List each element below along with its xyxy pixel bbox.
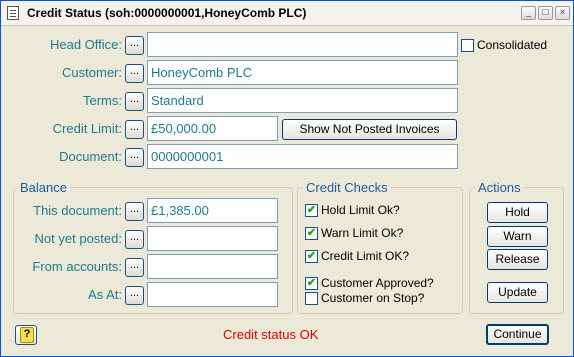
credit-checks-legend: Credit Checks	[303, 180, 391, 195]
document-label: Document:	[59, 149, 122, 164]
actions-legend: Actions	[475, 180, 524, 195]
customer-lookup-button[interactable]: ...	[125, 64, 144, 83]
warn-limit-ok-label: Warn Limit Ok?	[321, 226, 404, 240]
continue-button[interactable]: Continue	[486, 324, 549, 345]
credit-limit-lookup-button[interactable]: ...	[125, 120, 144, 139]
credit-limit-field[interactable]: £50,000.00	[147, 116, 278, 141]
hold-button[interactable]: Hold	[487, 202, 548, 223]
close-button[interactable]: ×	[555, 6, 570, 20]
this-document-field[interactable]: £1,385.00	[147, 198, 278, 223]
this-document-label: This document:	[33, 203, 122, 218]
consolidated-label: Consolidated	[477, 38, 548, 52]
update-button[interactable]: Update	[487, 282, 548, 303]
customer-field[interactable]: HoneyComb PLC	[147, 60, 458, 85]
help-icon: ?	[20, 327, 34, 343]
not-yet-posted-lookup-button[interactable]: ...	[125, 230, 144, 249]
customer-on-stop-label: Customer on Stop?	[321, 291, 425, 305]
credit-limit-label: Credit Limit:	[52, 121, 122, 136]
minimize-button[interactable]: _	[521, 6, 536, 20]
balance-legend: Balance	[17, 180, 70, 195]
terms-lookup-button[interactable]: ...	[125, 92, 144, 111]
head-office-label: Head Office:	[49, 37, 122, 52]
help-button[interactable]: ?	[15, 325, 37, 345]
head-office-lookup-button[interactable]: ...	[125, 36, 144, 55]
as-at-field[interactable]	[147, 282, 278, 307]
customer-on-stop-checkbox[interactable]	[305, 292, 318, 305]
release-button[interactable]: Release	[487, 249, 548, 270]
customer-approved-checkbox[interactable]: ✔	[305, 277, 318, 290]
credit-status-text: Credit status OK	[223, 327, 319, 342]
title-bar[interactable]: Credit Status (soh:0000000001,HoneyComb …	[1, 1, 573, 26]
hold-limit-ok-checkbox[interactable]: ✔	[305, 204, 318, 217]
as-at-lookup-button[interactable]: ...	[125, 286, 144, 305]
this-document-lookup-button[interactable]: ...	[125, 202, 144, 221]
credit-limit-ok-label: Credit Limit OK?	[321, 249, 410, 263]
customer-label: Customer:	[62, 65, 122, 80]
warn-button[interactable]: Warn	[487, 226, 548, 247]
document-field[interactable]: 0000000001	[147, 144, 458, 169]
terms-field[interactable]: Standard	[147, 88, 458, 113]
from-accounts-lookup-button[interactable]: ...	[125, 258, 144, 277]
not-yet-posted-label: Not yet posted:	[34, 231, 122, 246]
as-at-label: As At:	[88, 287, 122, 302]
warn-limit-ok-checkbox[interactable]: ✔	[305, 227, 318, 240]
credit-status-window: Credit Status (soh:0000000001,HoneyComb …	[0, 0, 574, 357]
credit-limit-ok-checkbox[interactable]: ✔	[305, 250, 318, 263]
document-icon	[7, 6, 19, 20]
show-not-posted-invoices-button[interactable]: Show Not Posted Invoices	[282, 119, 457, 140]
hold-limit-ok-label: Hold Limit Ok?	[321, 203, 400, 217]
consolidated-checkbox[interactable]	[461, 39, 474, 52]
customer-approved-label: Customer Approved?	[321, 276, 434, 290]
terms-label: Terms:	[83, 93, 122, 108]
head-office-field[interactable]	[147, 32, 458, 57]
document-lookup-button[interactable]: ...	[125, 148, 144, 167]
from-accounts-field[interactable]	[147, 254, 278, 279]
not-yet-posted-field[interactable]	[147, 226, 278, 251]
from-accounts-label: From accounts:	[32, 259, 122, 274]
maximize-button[interactable]: □	[538, 6, 553, 20]
window-title: Credit Status (soh:0000000001,HoneyComb …	[27, 6, 307, 20]
